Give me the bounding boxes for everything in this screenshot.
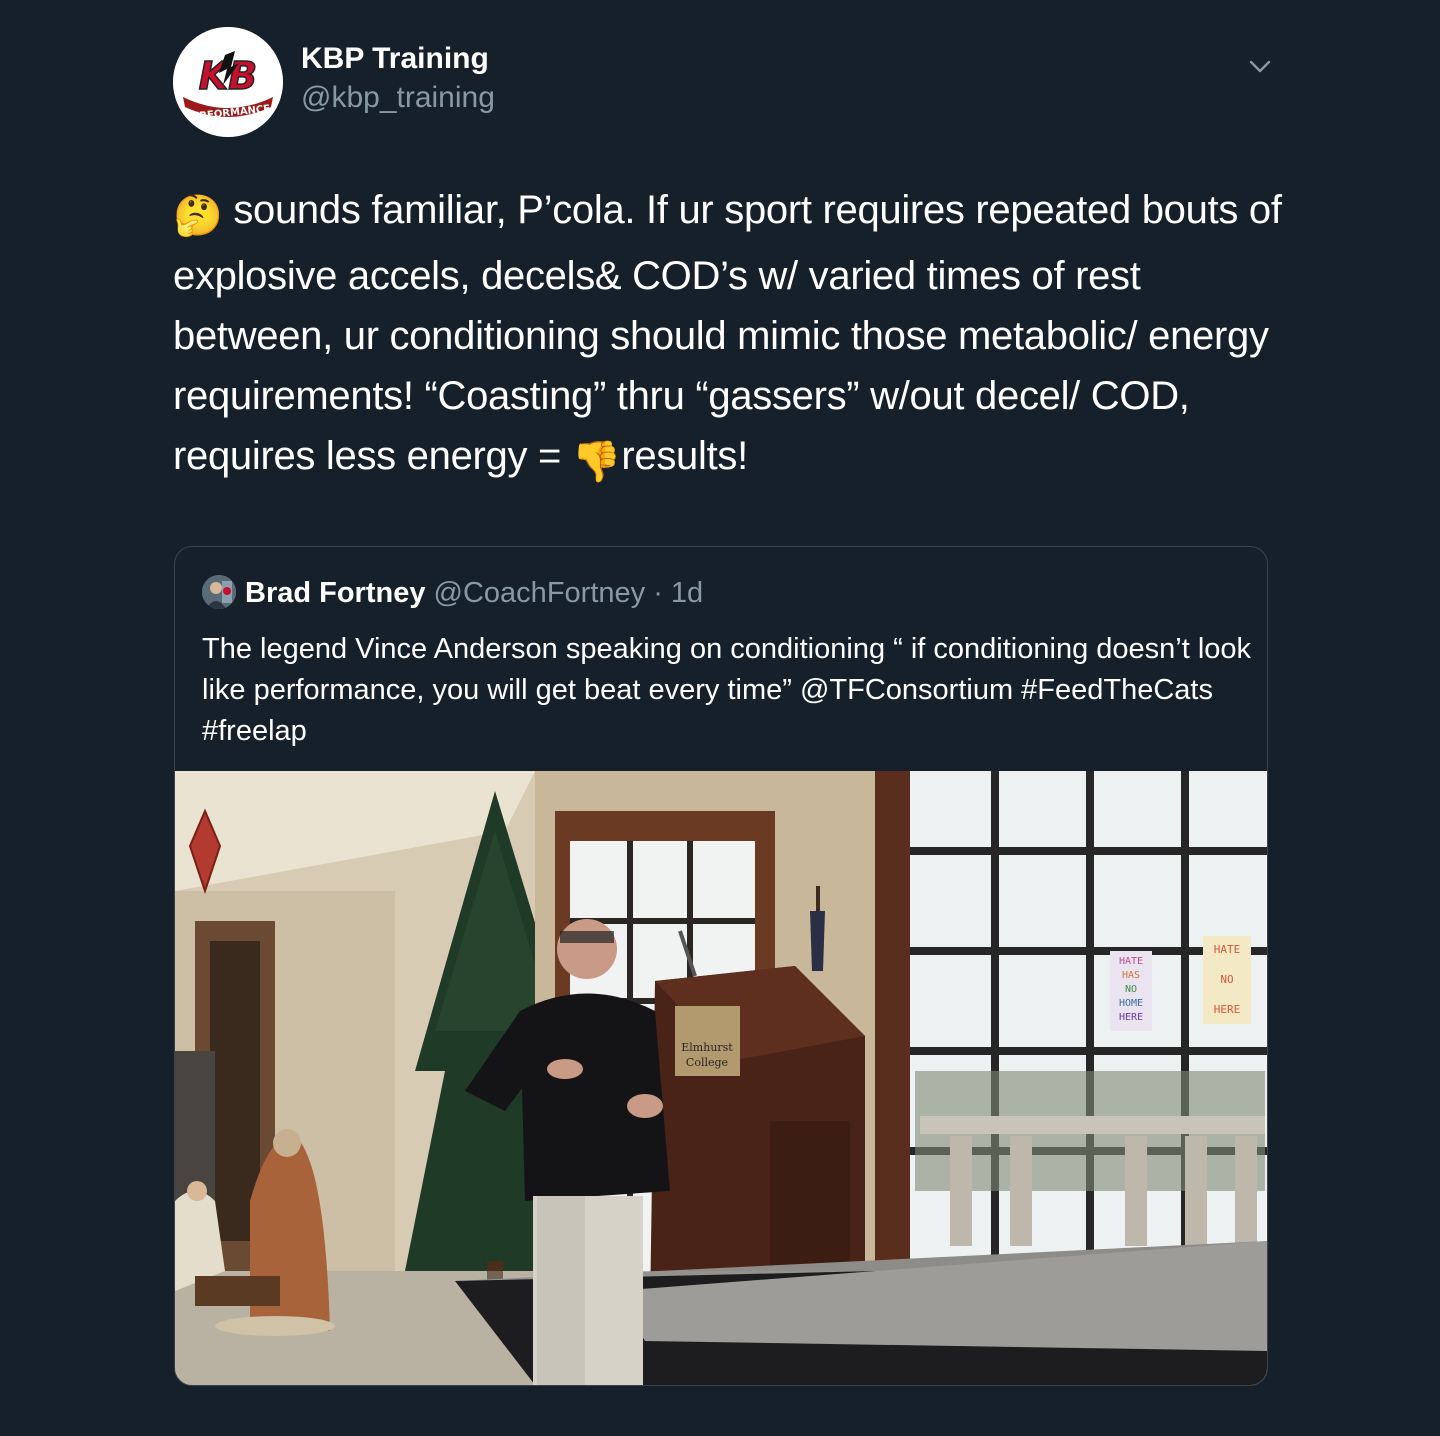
quoted-author-name[interactable]: Brad Fortney: [245, 577, 425, 609]
quoted-author-avatar[interactable]: [202, 575, 236, 609]
author-display-name[interactable]: KBP Training: [301, 42, 489, 76]
kbp-logo: KB PERFORMANCE: [173, 27, 283, 137]
quoted-tweet-text: The legend Vince Anderson speaking on co…: [202, 633, 1252, 747]
svg-text:HERE: HERE: [1214, 1003, 1241, 1016]
svg-text:HAS: HAS: [1122, 970, 1140, 981]
author-handle[interactable]: @kbp_training: [301, 81, 495, 115]
thinking-face-icon: 🤔: [173, 194, 223, 238]
svg-text:HATE: HATE: [1214, 943, 1241, 956]
svg-text:NO: NO: [1125, 984, 1137, 995]
svg-text:Elmhurst: Elmhurst: [681, 1041, 733, 1054]
window-sign-2: HATE NO HERE: [1203, 936, 1251, 1024]
svg-text:HATE: HATE: [1119, 956, 1143, 967]
tweet-text-part2: results!: [621, 434, 748, 478]
thumbs-down-icon: 👎: [571, 440, 622, 484]
svg-text:HOME: HOME: [1119, 998, 1143, 1009]
chevron-down-icon[interactable]: [1244, 50, 1276, 82]
quoted-tweet-header: Brad Fortney @CoachFortney · 1d: [245, 575, 703, 611]
quoted-tweet-card[interactable]: Brad Fortney @CoachFortney · 1d The lege…: [174, 546, 1268, 1386]
quoted-timestamp[interactable]: 1d: [671, 577, 703, 609]
quoted-tweet-photo[interactable]: HATE HAS NO HOME HERE HATE NO HERE Elmhu…: [175, 771, 1267, 1385]
svg-text:HERE: HERE: [1119, 1012, 1143, 1023]
svg-text:College: College: [686, 1056, 728, 1069]
quoted-author-handle[interactable]: @CoachFortney: [434, 577, 646, 609]
tweet[interactable]: KB PERFORMANCE KBP Training @kbp_trainin…: [0, 0, 1440, 1436]
window-sign-1: HATE HAS NO HOME HERE: [1110, 951, 1152, 1031]
separator-dot: ·: [645, 577, 671, 609]
podium: Elmhurst College: [650, 966, 865, 1311]
tweet-text: 🤔 sounds familiar, P’cola. If ur sport r…: [173, 180, 1283, 492]
svg-text:NO: NO: [1220, 973, 1233, 986]
author-avatar[interactable]: KB PERFORMANCE: [173, 27, 283, 137]
